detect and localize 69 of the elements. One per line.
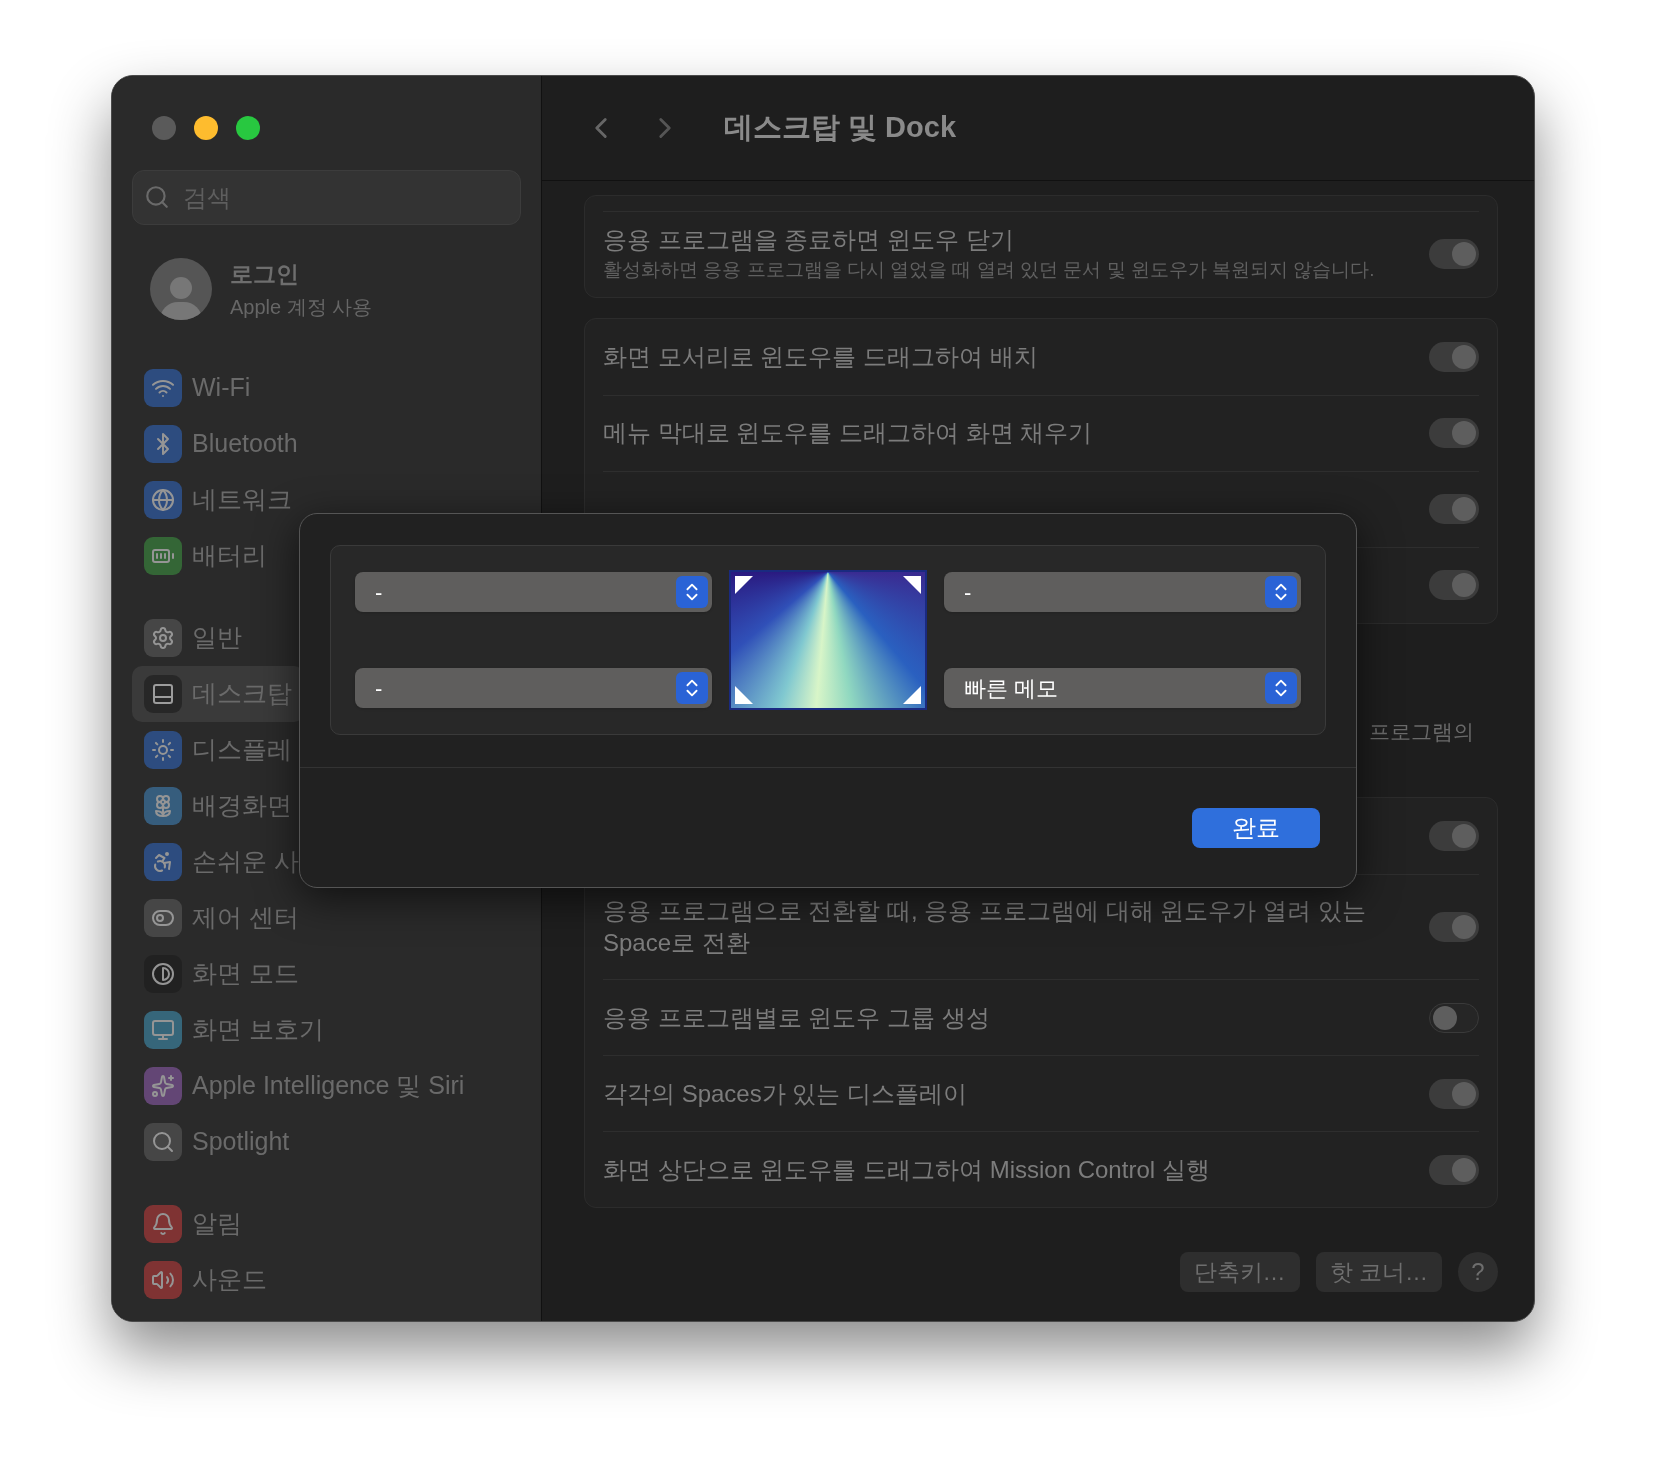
account-subtitle: Apple 계정 사용 — [230, 294, 373, 320]
corner-action-dropdown[interactable]: - — [944, 572, 1301, 612]
sidebar-item[interactable]: Wi-Fi — [132, 359, 297, 416]
sidebar-item[interactable]: 화면 보호기 — [132, 1001, 336, 1058]
sidebar-item[interactable]: 일반 — [132, 609, 297, 666]
toggle-switch[interactable] — [1429, 1154, 1479, 1185]
corner-triangle-icon — [903, 576, 921, 594]
setting-label: 메뉴 막대로 윈도우를 드래그하여 화면 채우기 — [603, 418, 1093, 448]
stepper-arrows-icon — [1265, 672, 1297, 704]
setting-label: 응용 프로그램별로 윈도우 그룹 생성 — [603, 1002, 990, 1033]
corner-triangle-icon — [735, 576, 753, 594]
corner-triangle-icon — [903, 686, 921, 704]
zoom-button[interactable] — [236, 116, 260, 140]
toggle-switch[interactable] — [1429, 570, 1479, 600]
battery-icon — [144, 536, 182, 575]
setting-label: 화면 상단으로 윈도우를 드래그하여 Mission Control 실행 — [603, 1154, 1210, 1185]
setting-label: 응용 프로그램을 종료하면 윈도우 닫기 — [603, 225, 1015, 255]
account-name[interactable]: 로그인 — [230, 257, 373, 292]
contrast-icon — [144, 954, 182, 993]
sun-icon — [144, 730, 182, 769]
sidebar-item[interactable]: 화면 모드 — [132, 945, 311, 1002]
help-button[interactable]: ? — [1458, 1252, 1498, 1292]
bell-icon — [144, 1204, 182, 1243]
toggle-switch[interactable] — [1429, 912, 1479, 942]
toggle-switch[interactable] — [1429, 494, 1479, 524]
sidebar-item[interactable]: Bluetooth — [132, 415, 310, 472]
toggle-switch[interactable] — [1429, 418, 1479, 448]
sidebar-item[interactable]: Apple Intelligence 및 Siri — [132, 1057, 477, 1114]
corner-action-dropdown[interactable]: - — [355, 668, 712, 708]
sidebar-item[interactable]: 제어 센터 — [132, 889, 311, 946]
toggle-switch[interactable] — [1429, 1002, 1479, 1033]
sidebar-item[interactable]: 배터리 — [132, 527, 297, 584]
corner-triangle-icon — [735, 686, 753, 704]
sparkle-icon — [144, 1066, 182, 1105]
speaker-icon — [144, 1260, 182, 1299]
wifi-icon — [144, 368, 182, 407]
stepper-arrows-icon — [1265, 576, 1297, 608]
done-button[interactable]: 완료 — [1192, 807, 1320, 848]
bluetooth-icon — [144, 424, 182, 463]
setting-label: 각각의 Spaces가 있는 디스플레이 — [603, 1078, 968, 1109]
stepper-arrows-icon — [676, 672, 708, 704]
setting-label: 화면 모서리로 윈도우를 드래그하여 배치 — [603, 341, 1038, 372]
switches-icon — [144, 898, 182, 937]
sidebar-item[interactable]: 사운드 — [132, 1251, 297, 1308]
gear-icon — [144, 618, 182, 657]
toggle-switch[interactable] — [1429, 341, 1479, 372]
sidebar-item[interactable]: 알림 — [132, 1195, 297, 1252]
setting-label: 응용 프로그램으로 전환할 때, 응용 프로그램에 대해 윈도우가 열려 있는 Space로 전환 — [603, 896, 1367, 958]
footer-button[interactable]: 핫 코너… — [1315, 1252, 1442, 1292]
toggle-switch[interactable] — [1429, 1078, 1479, 1109]
minimize-button[interactable] — [194, 116, 218, 140]
screen-icon — [144, 1010, 182, 1049]
flower-icon — [144, 786, 182, 825]
toggle-switch[interactable] — [1429, 239, 1479, 270]
stepper-arrows-icon — [676, 576, 708, 608]
search-icon — [144, 184, 170, 210]
sidebar-item[interactable]: Spotlight — [132, 1113, 302, 1170]
accessibility-icon — [144, 842, 182, 881]
setting-description: 활성화하면 응용 프로그램을 다시 열었을 때 열려 있던 문서 및 윈도우가 복원되지 않습니다. — [603, 258, 1375, 282]
footer-button[interactable]: 단축키… — [1179, 1252, 1300, 1292]
toggle-switch[interactable] — [1429, 821, 1479, 851]
corner-action-dropdown[interactable]: 빠른 메모 — [944, 668, 1301, 708]
window-title: 데스크탑 및 Dock — [724, 110, 957, 146]
dock-icon — [144, 674, 182, 713]
search-icon — [144, 1122, 182, 1161]
globe-icon — [144, 480, 182, 519]
sidebar-item[interactable]: 네트워크 — [132, 471, 304, 528]
section-note: 프로그램의 — [1368, 718, 1475, 745]
corner-action-dropdown[interactable]: - — [355, 572, 712, 612]
